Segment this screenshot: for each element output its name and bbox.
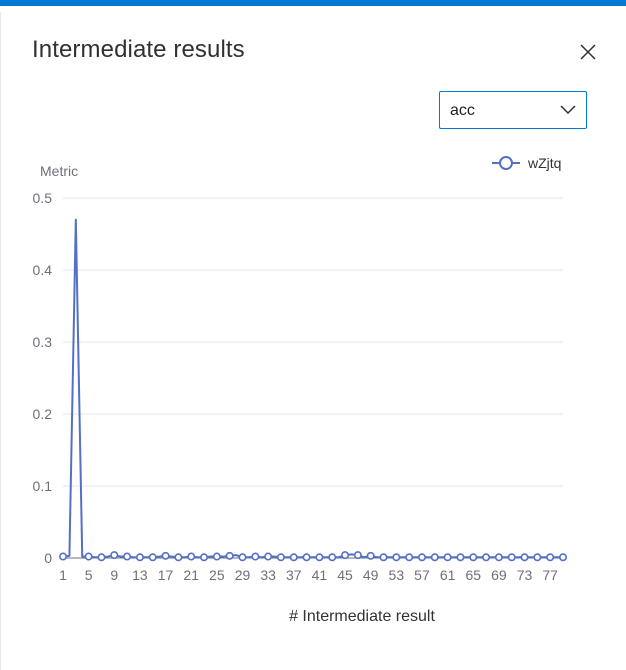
close-button[interactable] [576, 40, 600, 64]
data-point [341, 551, 350, 560]
x-tick-label: 77 [542, 567, 558, 583]
data-point [533, 553, 542, 562]
data-point [289, 553, 298, 562]
data-point [123, 552, 132, 561]
data-point [405, 553, 414, 562]
data-point [520, 553, 529, 562]
data-point [302, 553, 311, 562]
y-tick-label: 0.1 [33, 478, 53, 494]
data-point [187, 552, 196, 561]
data-point [507, 553, 516, 562]
x-axis-title: # Intermediate result [289, 608, 435, 625]
data-point [417, 553, 426, 562]
data-point [58, 552, 67, 561]
data-point [276, 553, 285, 562]
data-point [315, 553, 324, 562]
metric-dropdown-value: acc [450, 102, 475, 119]
metric-line-chart: 0 0.1 0.2 0.3 0.4 0.5 1 5 9 13 17 21 25 29 33 37 41 45 49 5… [33, 155, 567, 625]
x-tick-label: 57 [414, 567, 430, 583]
data-point [482, 553, 491, 562]
data-point [161, 551, 170, 560]
x-tick-label: 29 [235, 567, 251, 583]
data-point [379, 553, 388, 562]
x-tick-label: 73 [517, 567, 533, 583]
x-tick-label: 53 [389, 567, 405, 583]
legend-marker-icon [499, 156, 513, 170]
data-point [148, 553, 157, 562]
data-point [353, 551, 362, 560]
y-axis-title: Metric [40, 163, 78, 179]
data-point [392, 553, 401, 562]
x-tick-label: 5 [85, 567, 93, 583]
x-tick-label: 65 [465, 567, 481, 583]
data-point [494, 553, 503, 562]
x-tick-label: 21 [183, 567, 199, 583]
x-tick-label: 69 [491, 567, 507, 583]
x-tick-label: 49 [363, 567, 379, 583]
intermediate-results-panel: Intermediate results acc 0 0.1 0.2 0.3 0.4 0.… [0, 0, 626, 670]
x-tick-label: 9 [110, 567, 118, 583]
y-tick-label: 0.2 [33, 406, 53, 422]
x-tick-label: 17 [158, 567, 174, 583]
y-tick-label: 0.3 [33, 334, 53, 350]
x-tick-label: 41 [312, 567, 328, 583]
legend-label: wZjtq [527, 155, 561, 171]
data-point [251, 552, 260, 561]
y-tick-label: 0.5 [33, 190, 53, 206]
data-point [443, 553, 452, 562]
data-point [84, 552, 93, 561]
metric-dropdown[interactable]: acc [439, 91, 587, 129]
y-tick-label: 0.4 [33, 262, 53, 278]
data-point [366, 551, 375, 560]
chevron-down-icon [560, 105, 576, 115]
data-point [174, 553, 183, 562]
x-tick-label: 37 [286, 567, 302, 583]
x-tick-label: 1 [59, 567, 67, 583]
data-point [225, 551, 234, 560]
close-icon [580, 44, 596, 60]
data-point [110, 551, 119, 560]
data-point [328, 553, 337, 562]
data-point [135, 553, 144, 562]
data-point [200, 553, 209, 562]
x-tick-label: 13 [132, 567, 148, 583]
data-point [558, 553, 567, 562]
data-point [456, 553, 465, 562]
x-tick-label: 61 [440, 567, 456, 583]
data-point [546, 553, 555, 562]
x-tick-label: 25 [209, 567, 225, 583]
data-point [430, 553, 439, 562]
data-point [97, 553, 106, 562]
x-tick-label: 33 [260, 567, 276, 583]
data-point [264, 552, 273, 561]
data-point [469, 553, 478, 562]
y-tick-label: 0 [44, 550, 52, 566]
data-point [238, 553, 247, 562]
x-tick-label: 45 [337, 567, 353, 583]
dialog-title: Intermediate results [32, 36, 245, 63]
data-point [212, 552, 221, 561]
